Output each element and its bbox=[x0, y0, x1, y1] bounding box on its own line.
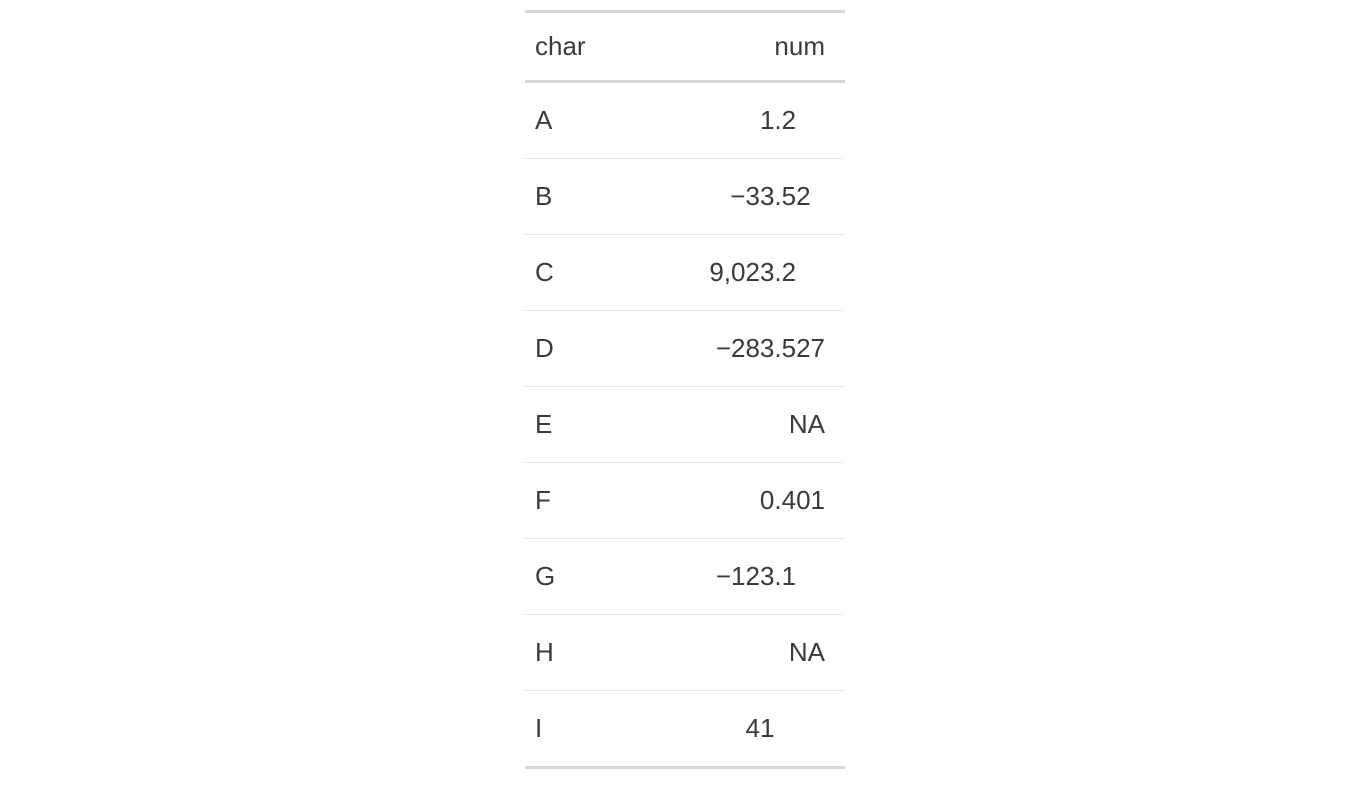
cell-num: NA bbox=[621, 615, 845, 691]
cell-char: A bbox=[525, 82, 621, 159]
table-row: C 9,023.2 bbox=[525, 235, 845, 311]
cell-num: 0.401 bbox=[621, 463, 845, 539]
table-row: G −123.1 bbox=[525, 539, 845, 615]
table-header-row: char num bbox=[525, 12, 845, 82]
column-header-char: char bbox=[525, 12, 621, 82]
column-header-num: num bbox=[621, 12, 845, 82]
table-row: F 0.401 bbox=[525, 463, 845, 539]
table-row: I 41 bbox=[525, 691, 845, 768]
table-row: E NA bbox=[525, 387, 845, 463]
table-row: A 1.2 bbox=[525, 82, 845, 159]
table-row: B −33.52 bbox=[525, 159, 845, 235]
cell-char: I bbox=[525, 691, 621, 768]
cell-char: D bbox=[525, 311, 621, 387]
cell-char: B bbox=[525, 159, 621, 235]
cell-char: E bbox=[525, 387, 621, 463]
data-table: char num A 1.2 B −33.52 C 9,023.2 D −283… bbox=[525, 10, 845, 769]
table-row: H NA bbox=[525, 615, 845, 691]
cell-char: C bbox=[525, 235, 621, 311]
cell-num: 9,023.2 bbox=[621, 235, 845, 311]
cell-char: H bbox=[525, 615, 621, 691]
cell-char: G bbox=[525, 539, 621, 615]
cell-num: 41 bbox=[621, 691, 845, 768]
table-row: D −283.527 bbox=[525, 311, 845, 387]
cell-num: −283.527 bbox=[621, 311, 845, 387]
cell-num: 1.2 bbox=[621, 82, 845, 159]
cell-num: −33.52 bbox=[621, 159, 845, 235]
cell-num: NA bbox=[621, 387, 845, 463]
cell-num: −123.1 bbox=[621, 539, 845, 615]
cell-char: F bbox=[525, 463, 621, 539]
data-table-container: char num A 1.2 B −33.52 C 9,023.2 D −283… bbox=[525, 10, 845, 769]
